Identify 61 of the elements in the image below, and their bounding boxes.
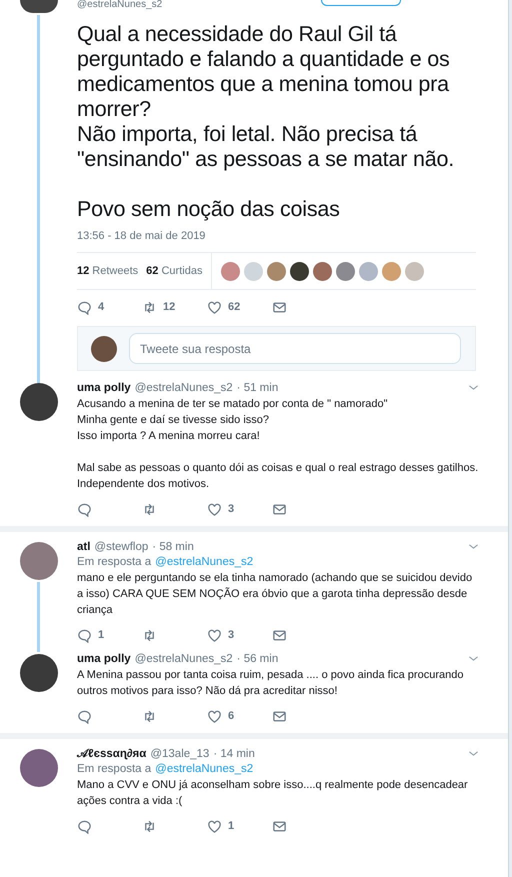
avatar[interactable]: [20, 654, 58, 692]
retweet-button[interactable]: 12: [142, 300, 207, 314]
reply-to-label: Em resposta a: [77, 556, 152, 568]
stat-link[interactable]: 62 Curtidas: [146, 265, 202, 277]
retweet-icon: [142, 818, 157, 834]
like-button[interactable]: 3: [207, 628, 272, 642]
heart-icon: [207, 502, 222, 516]
timestamp[interactable]: 13:56 - 18 de mai de 2019: [77, 230, 206, 242]
like-button[interactable]: 3: [207, 502, 272, 516]
like-button[interactable]: 62: [207, 300, 272, 314]
tweet-time[interactable]: · 58 min: [152, 540, 194, 552]
avatar[interactable]: [20, 383, 58, 421]
like-button[interactable]: 6: [207, 708, 272, 724]
envelope-icon: [272, 628, 287, 642]
envelope-icon: [272, 708, 287, 724]
user-handle[interactable]: @estrelaNunes_s2: [134, 652, 233, 664]
thread-line: [37, 582, 40, 652]
liker-avatar[interactable]: [290, 262, 310, 280]
speech-bubble-icon: [77, 300, 92, 314]
user-name[interactable]: uma polly: [77, 382, 131, 394]
speech-bubble-icon: [77, 502, 92, 516]
tweet-text: Acusando a menina de ter se matado por conta de " namorado" Minha gente e daí se tivesse sido isso? Isso importa ? A menina morreu cara! Mal sabe as pessoas o quanto dói as coisas e qual o real estrago desses gatilhos. Independente dos motivos.: [77, 397, 480, 492]
like-button[interactable]: 1: [207, 818, 272, 834]
speech-bubble-icon: [77, 628, 92, 642]
tweet-text: Qual a necessidade do Raul Gil tá perguntado e falando a quantidade e os medicamentos que a menina tomou pra morrer? Não importa, foi letal. Não precisa tá "ensinando" as pessoas a se matar não. Povo sem noção das coisas: [77, 22, 455, 222]
tweet-time[interactable]: · 51 min: [236, 382, 278, 394]
user-handle[interactable]: @estrelaNunes_s2: [134, 382, 233, 394]
reply-button[interactable]: 4: [77, 300, 142, 314]
tweet-time[interactable]: · 56 min: [236, 652, 278, 664]
user-handle[interactable]: @13ale_13: [150, 748, 210, 760]
reply-field[interactable]: Tweete sua resposta: [129, 333, 461, 364]
retweet-icon: [142, 300, 157, 314]
tweet-text: mano e ele perguntando se ela tinha namorado (achando que se suicidou devido a isso) CARA QUE SEM NOÇÃO era óbvio que a garota tinha depressão desde criança: [77, 571, 474, 618]
speech-bubble-icon: [77, 708, 92, 724]
stat-link[interactable]: 12 Retweets: [77, 265, 138, 277]
mention-link[interactable]: @estrelaNunes_s2: [155, 556, 254, 568]
avatar[interactable]: [20, 0, 58, 13]
heart-icon: [207, 818, 222, 834]
heart-icon: [207, 300, 222, 314]
envelope-icon: [272, 818, 287, 834]
heart-icon: [207, 628, 222, 642]
user-name[interactable]: 𝒜ℓєѕѕαɳ∂яα: [77, 748, 146, 760]
tweet-text: Mano a CVV e ONU já aconselham sobre isso....q realmente pode desencadear ações contra a vida :(: [77, 778, 469, 809]
avatar[interactable]: [20, 749, 58, 787]
mention-link[interactable]: @estrelaNunes_s2: [155, 763, 254, 775]
user-handle[interactable]: @stewflop: [94, 540, 148, 552]
reply-to-label: Em resposta a: [77, 763, 152, 775]
retweet-icon: [142, 502, 157, 516]
user-handle[interactable]: @estrelaNunes_s2: [77, 0, 162, 12]
heart-icon: [207, 708, 222, 724]
speech-bubble-icon: [77, 818, 92, 834]
retweet-icon: [142, 708, 157, 724]
tweet-text: A Menina passou por tanta coisa ruim, pesada .... o povo ainda fica procurando outros motivos para isso? Não dá pra acreditar nisso!: [77, 668, 464, 699]
retweet-icon: [142, 628, 157, 642]
user-name[interactable]: uma polly: [77, 652, 131, 664]
avatar[interactable]: [91, 336, 117, 362]
reply-button[interactable]: 1: [77, 628, 142, 642]
user-name[interactable]: atl: [77, 540, 90, 552]
tweet-time[interactable]: · 14 min: [213, 748, 255, 760]
envelope-icon: [272, 300, 287, 314]
envelope-icon: [272, 502, 287, 516]
